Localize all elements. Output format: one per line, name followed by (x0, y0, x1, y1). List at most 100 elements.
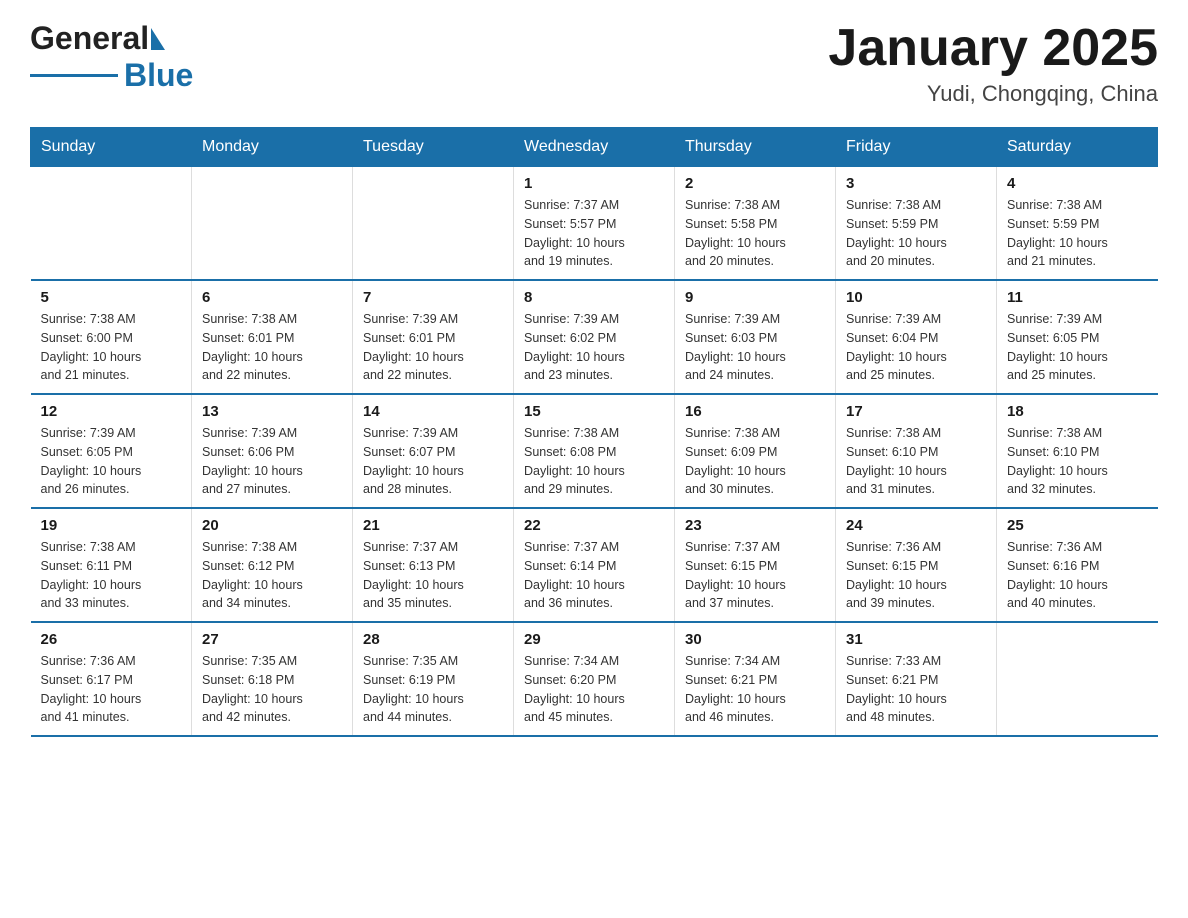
calendar-cell: 8 Sunrise: 7:39 AM Sunset: 6:02 PM Daylig… (514, 280, 675, 394)
day-number: 21 (363, 517, 503, 534)
day-number: 12 (41, 403, 182, 420)
day-number: 13 (202, 403, 342, 420)
day-info: Sunrise: 7:38 AM Sunset: 6:10 PM Dayligh… (846, 424, 986, 499)
logo-line (30, 74, 118, 77)
calendar-cell: 10Sunrise: 7:39 AM Sunset: 6:04 PM Dayli… (836, 280, 997, 394)
day-number: 26 (41, 631, 182, 648)
calendar-cell: 6 Sunrise: 7:38 AM Sunset: 6:01 PM Daylig… (192, 280, 353, 394)
title-area: January 2025 Yudi, Chongqing, China (828, 20, 1158, 107)
calendar-cell: 28Sunrise: 7:35 AM Sunset: 6:19 PM Dayli… (353, 622, 514, 736)
calendar-cell (997, 622, 1158, 736)
calendar-cell: 17 Sunrise: 7:38 AM Sunset: 6:10 PM Dayli… (836, 394, 997, 508)
day-info: Sunrise: 7:38 AM Sunset: 5:59 PM Dayligh… (1007, 196, 1148, 271)
calendar-week-row: 5 Sunrise: 7:38 AM Sunset: 6:00 PM Daylig… (31, 280, 1158, 394)
calendar-week-row: 19Sunrise: 7:38 AM Sunset: 6:11 PM Dayli… (31, 508, 1158, 622)
day-info: Sunrise: 7:38 AM Sunset: 6:10 PM Dayligh… (1007, 424, 1148, 499)
calendar-cell: 13 Sunrise: 7:39 AM Sunset: 6:06 PM Dayli… (192, 394, 353, 508)
calendar-week-row: 1 Sunrise: 7:37 AM Sunset: 5:57 PM Daylig… (31, 167, 1158, 281)
calendar-cell: 4 Sunrise: 7:38 AM Sunset: 5:59 PM Daylig… (997, 167, 1158, 281)
calendar-cell: 2 Sunrise: 7:38 AM Sunset: 5:58 PM Daylig… (675, 167, 836, 281)
calendar-cell (353, 167, 514, 281)
day-info: Sunrise: 7:34 AM Sunset: 6:21 PM Dayligh… (685, 652, 825, 727)
day-info: Sunrise: 7:39 AM Sunset: 6:02 PM Dayligh… (524, 310, 664, 385)
calendar-cell: 14Sunrise: 7:39 AM Sunset: 6:07 PM Dayli… (353, 394, 514, 508)
day-number: 6 (202, 289, 342, 306)
day-number: 3 (846, 175, 986, 192)
day-info: Sunrise: 7:33 AM Sunset: 6:21 PM Dayligh… (846, 652, 986, 727)
weekday-header-monday: Monday (192, 128, 353, 167)
day-info: Sunrise: 7:38 AM Sunset: 6:08 PM Dayligh… (524, 424, 664, 499)
day-info: Sunrise: 7:34 AM Sunset: 6:20 PM Dayligh… (524, 652, 664, 727)
calendar-week-row: 26Sunrise: 7:36 AM Sunset: 6:17 PM Dayli… (31, 622, 1158, 736)
day-number: 15 (524, 403, 664, 420)
weekday-header-friday: Friday (836, 128, 997, 167)
day-number: 18 (1007, 403, 1148, 420)
calendar-cell: 18 Sunrise: 7:38 AM Sunset: 6:10 PM Dayli… (997, 394, 1158, 508)
calendar-cell: 12 Sunrise: 7:39 AM Sunset: 6:05 PM Dayli… (31, 394, 192, 508)
day-info: Sunrise: 7:39 AM Sunset: 6:06 PM Dayligh… (202, 424, 342, 499)
day-info: Sunrise: 7:39 AM Sunset: 6:05 PM Dayligh… (41, 424, 182, 499)
weekday-header-row: SundayMondayTuesdayWednesdayThursdayFrid… (31, 128, 1158, 167)
day-info: Sunrise: 7:37 AM Sunset: 6:14 PM Dayligh… (524, 538, 664, 613)
day-number: 8 (524, 289, 664, 306)
day-number: 22 (524, 517, 664, 534)
logo-general-text: General (30, 20, 149, 57)
day-info: Sunrise: 7:39 AM Sunset: 6:01 PM Dayligh… (363, 310, 503, 385)
day-info: Sunrise: 7:39 AM Sunset: 6:05 PM Dayligh… (1007, 310, 1148, 385)
calendar-cell: 29 Sunrise: 7:34 AM Sunset: 6:20 PM Dayli… (514, 622, 675, 736)
weekday-header-wednesday: Wednesday (514, 128, 675, 167)
day-number: 16 (685, 403, 825, 420)
day-info: Sunrise: 7:38 AM Sunset: 5:58 PM Dayligh… (685, 196, 825, 271)
day-number: 29 (524, 631, 664, 648)
day-number: 31 (846, 631, 986, 648)
calendar-cell: 22 Sunrise: 7:37 AM Sunset: 6:14 PM Dayli… (514, 508, 675, 622)
calendar-cell: 26Sunrise: 7:36 AM Sunset: 6:17 PM Dayli… (31, 622, 192, 736)
logo-triangle-icon (151, 28, 165, 50)
calendar-cell: 1 Sunrise: 7:37 AM Sunset: 5:57 PM Daylig… (514, 167, 675, 281)
day-number: 20 (202, 517, 342, 534)
day-number: 17 (846, 403, 986, 420)
calendar-cell (192, 167, 353, 281)
day-number: 4 (1007, 175, 1148, 192)
day-info: Sunrise: 7:38 AM Sunset: 6:01 PM Dayligh… (202, 310, 342, 385)
calendar-cell: 16 Sunrise: 7:38 AM Sunset: 6:09 PM Dayli… (675, 394, 836, 508)
calendar-cell: 19Sunrise: 7:38 AM Sunset: 6:11 PM Dayli… (31, 508, 192, 622)
calendar-cell: 27Sunrise: 7:35 AM Sunset: 6:18 PM Dayli… (192, 622, 353, 736)
calendar-table: SundayMondayTuesdayWednesdayThursdayFrid… (30, 127, 1158, 737)
day-info: Sunrise: 7:36 AM Sunset: 6:15 PM Dayligh… (846, 538, 986, 613)
day-number: 23 (685, 517, 825, 534)
day-number: 7 (363, 289, 503, 306)
day-info: Sunrise: 7:38 AM Sunset: 6:09 PM Dayligh… (685, 424, 825, 499)
calendar-cell: 23 Sunrise: 7:37 AM Sunset: 6:15 PM Dayli… (675, 508, 836, 622)
day-number: 5 (41, 289, 182, 306)
calendar-cell: 9 Sunrise: 7:39 AM Sunset: 6:03 PM Daylig… (675, 280, 836, 394)
calendar-cell: 30Sunrise: 7:34 AM Sunset: 6:21 PM Dayli… (675, 622, 836, 736)
day-info: Sunrise: 7:38 AM Sunset: 6:00 PM Dayligh… (41, 310, 182, 385)
calendar-cell: 31 Sunrise: 7:33 AM Sunset: 6:21 PM Dayli… (836, 622, 997, 736)
weekday-header-sunday: Sunday (31, 128, 192, 167)
calendar-cell (31, 167, 192, 281)
calendar-cell: 5 Sunrise: 7:38 AM Sunset: 6:00 PM Daylig… (31, 280, 192, 394)
day-number: 9 (685, 289, 825, 306)
location: Yudi, Chongqing, China (828, 81, 1158, 107)
weekday-header-thursday: Thursday (675, 128, 836, 167)
day-info: Sunrise: 7:38 AM Sunset: 6:12 PM Dayligh… (202, 538, 342, 613)
logo-blue-text: Blue (124, 57, 193, 94)
calendar-cell: 7 Sunrise: 7:39 AM Sunset: 6:01 PM Daylig… (353, 280, 514, 394)
weekday-header-saturday: Saturday (997, 128, 1158, 167)
calendar-cell: 15 Sunrise: 7:38 AM Sunset: 6:08 PM Dayli… (514, 394, 675, 508)
day-number: 10 (846, 289, 986, 306)
day-info: Sunrise: 7:39 AM Sunset: 6:03 PM Dayligh… (685, 310, 825, 385)
day-number: 14 (363, 403, 503, 420)
day-info: Sunrise: 7:37 AM Sunset: 6:13 PM Dayligh… (363, 538, 503, 613)
day-info: Sunrise: 7:35 AM Sunset: 6:19 PM Dayligh… (363, 652, 503, 727)
day-number: 2 (685, 175, 825, 192)
day-info: Sunrise: 7:37 AM Sunset: 6:15 PM Dayligh… (685, 538, 825, 613)
day-info: Sunrise: 7:38 AM Sunset: 6:11 PM Dayligh… (41, 538, 182, 613)
day-info: Sunrise: 7:37 AM Sunset: 5:57 PM Dayligh… (524, 196, 664, 271)
day-info: Sunrise: 7:36 AM Sunset: 6:16 PM Dayligh… (1007, 538, 1148, 613)
month-title: January 2025 (828, 20, 1158, 77)
calendar-cell: 25Sunrise: 7:36 AM Sunset: 6:16 PM Dayli… (997, 508, 1158, 622)
day-number: 1 (524, 175, 664, 192)
day-number: 27 (202, 631, 342, 648)
